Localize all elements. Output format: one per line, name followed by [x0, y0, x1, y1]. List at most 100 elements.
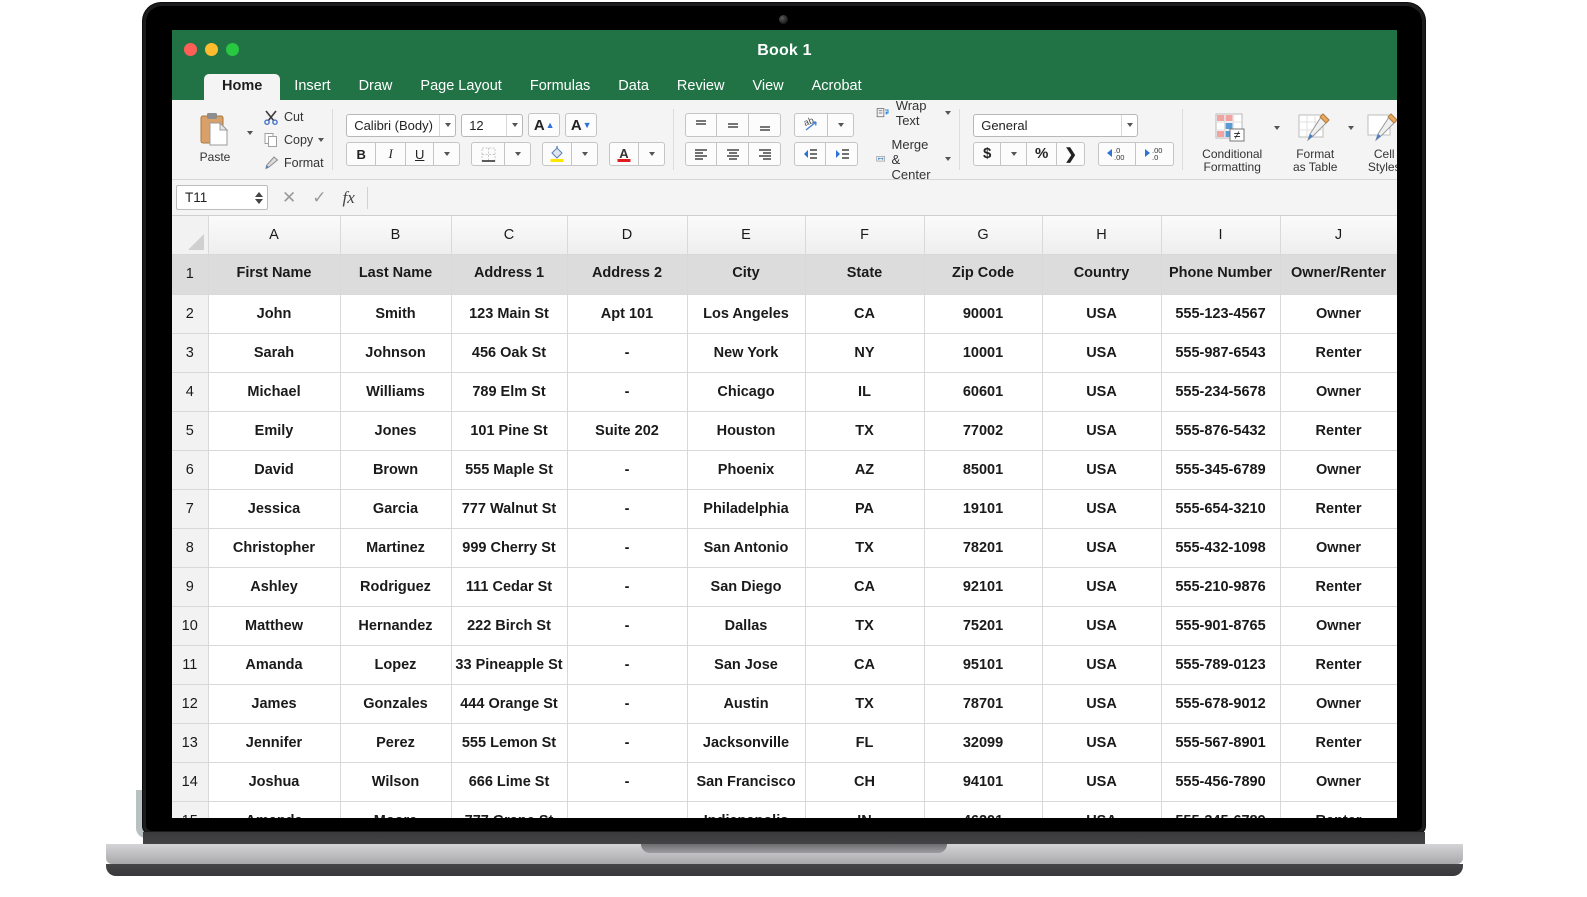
column-header-c[interactable]: C	[451, 216, 567, 254]
cell-E2[interactable]: Los Angeles	[687, 294, 805, 333]
cell-I10[interactable]: 555-901-8765	[1161, 606, 1280, 645]
row-header-14[interactable]: 14	[172, 762, 208, 801]
cell-G6[interactable]: 85001	[924, 450, 1042, 489]
row-header-2[interactable]: 2	[172, 294, 208, 333]
cell-D12[interactable]: -	[567, 684, 687, 723]
cell-F6[interactable]: AZ	[805, 450, 924, 489]
cell-G14[interactable]: 94101	[924, 762, 1042, 801]
cell-H3[interactable]: USA	[1042, 333, 1161, 372]
header-cell[interactable]: Owner/Renter	[1280, 254, 1397, 294]
cell-I7[interactable]: 555-654-3210	[1161, 489, 1280, 528]
currency-dropdown-button[interactable]	[1001, 142, 1027, 166]
cell-A6[interactable]: David	[208, 450, 340, 489]
cell-C10[interactable]: 222 Birch St	[451, 606, 567, 645]
align-center-button[interactable]	[717, 142, 749, 166]
align-bottom-button[interactable]	[749, 113, 781, 137]
cell-C15[interactable]: 777 Grape St	[451, 801, 567, 818]
increase-decimal-button[interactable]: .0 .00	[1098, 142, 1136, 166]
fill-color-dropdown-button[interactable]	[572, 142, 598, 166]
cell-H7[interactable]: USA	[1042, 489, 1161, 528]
row-header-12[interactable]: 12	[172, 684, 208, 723]
cell-I15[interactable]: 555-345-6789	[1161, 801, 1280, 818]
cell-I11[interactable]: 555-789-0123	[1161, 645, 1280, 684]
underline-button[interactable]: U	[406, 142, 434, 166]
cell-B12[interactable]: Gonzales	[340, 684, 451, 723]
orientation-button[interactable]: ab	[794, 113, 828, 137]
cell-E12[interactable]: Austin	[687, 684, 805, 723]
merge-center-button[interactable]: Merge & Center	[876, 137, 951, 181]
cell-D2[interactable]: Apt 101	[567, 294, 687, 333]
cell-H15[interactable]: USA	[1042, 801, 1161, 818]
tab-draw[interactable]: Draw	[345, 74, 407, 100]
cell-H10[interactable]: USA	[1042, 606, 1161, 645]
confirm-formula-icon[interactable]: ✓	[312, 188, 326, 208]
cell-A7[interactable]: Jessica	[208, 489, 340, 528]
tab-insert[interactable]: Insert	[280, 74, 344, 100]
cell-H13[interactable]: USA	[1042, 723, 1161, 762]
column-header-a[interactable]: A	[208, 216, 340, 254]
formula-input[interactable]	[367, 187, 1397, 209]
cell-C5[interactable]: 101 Pine St	[451, 411, 567, 450]
cell-A10[interactable]: Matthew	[208, 606, 340, 645]
cell-C11[interactable]: 33 Pineapple St	[451, 645, 567, 684]
cell-B6[interactable]: Brown	[340, 450, 451, 489]
cell-A2[interactable]: John	[208, 294, 340, 333]
cell-J4[interactable]: Owner	[1280, 372, 1397, 411]
cell-B11[interactable]: Lopez	[340, 645, 451, 684]
cell-J11[interactable]: Renter	[1280, 645, 1397, 684]
paste-button[interactable]: Paste	[186, 111, 244, 164]
cell-I14[interactable]: 555-456-7890	[1161, 762, 1280, 801]
cell-D15[interactable]: -	[567, 801, 687, 818]
copy-button[interactable]: Copy	[263, 130, 324, 150]
bold-button[interactable]: B	[346, 142, 376, 166]
cell-B3[interactable]: Johnson	[340, 333, 451, 372]
cell-J12[interactable]: Owner	[1280, 684, 1397, 723]
align-right-button[interactable]	[749, 142, 781, 166]
cell-A9[interactable]: Ashley	[208, 567, 340, 606]
cell-F15[interactable]: IN	[805, 801, 924, 818]
column-header-e[interactable]: E	[687, 216, 805, 254]
cell-H8[interactable]: USA	[1042, 528, 1161, 567]
format-as-table-dropdown-icon[interactable]	[1348, 126, 1354, 130]
cell-A15[interactable]: Amanda	[208, 801, 340, 818]
cell-D3[interactable]: -	[567, 333, 687, 372]
cell-E5[interactable]: Houston	[687, 411, 805, 450]
cell-I9[interactable]: 555-210-9876	[1161, 567, 1280, 606]
tab-view[interactable]: View	[738, 74, 797, 100]
cell-E9[interactable]: San Diego	[687, 567, 805, 606]
cell-G4[interactable]: 60601	[924, 372, 1042, 411]
cell-I4[interactable]: 555-234-5678	[1161, 372, 1280, 411]
cell-J10[interactable]: Owner	[1280, 606, 1397, 645]
underline-dropdown-button[interactable]	[434, 142, 460, 166]
cell-B10[interactable]: Hernandez	[340, 606, 451, 645]
header-cell[interactable]: Zip Code	[924, 254, 1042, 294]
tab-home[interactable]: Home	[204, 74, 280, 100]
cell-D11[interactable]: -	[567, 645, 687, 684]
tab-page-layout[interactable]: Page Layout	[406, 74, 515, 100]
cell-H9[interactable]: USA	[1042, 567, 1161, 606]
select-all-button[interactable]	[172, 216, 208, 254]
cell-D7[interactable]: -	[567, 489, 687, 528]
row-header-5[interactable]: 5	[172, 411, 208, 450]
column-header-f[interactable]: F	[805, 216, 924, 254]
format-painter-button[interactable]: Format	[263, 153, 324, 173]
header-cell[interactable]: First Name	[208, 254, 340, 294]
cell-J5[interactable]: Renter	[1280, 411, 1397, 450]
cell-A8[interactable]: Christopher	[208, 528, 340, 567]
percent-button[interactable]: %	[1027, 142, 1057, 166]
cell-D14[interactable]: -	[567, 762, 687, 801]
cell-F8[interactable]: TX	[805, 528, 924, 567]
paste-dropdown-icon[interactable]	[247, 131, 253, 135]
cell-I3[interactable]: 555-987-6543	[1161, 333, 1280, 372]
increase-font-size-button[interactable]: A ▲	[528, 113, 560, 137]
cell-H6[interactable]: USA	[1042, 450, 1161, 489]
row-header-13[interactable]: 13	[172, 723, 208, 762]
cell-F10[interactable]: TX	[805, 606, 924, 645]
cell-F9[interactable]: CA	[805, 567, 924, 606]
cell-B5[interactable]: Jones	[340, 411, 451, 450]
header-cell[interactable]: Address 2	[567, 254, 687, 294]
cell-B8[interactable]: Martinez	[340, 528, 451, 567]
align-left-button[interactable]	[685, 142, 717, 166]
cell-A11[interactable]: Amanda	[208, 645, 340, 684]
row-header-11[interactable]: 11	[172, 645, 208, 684]
